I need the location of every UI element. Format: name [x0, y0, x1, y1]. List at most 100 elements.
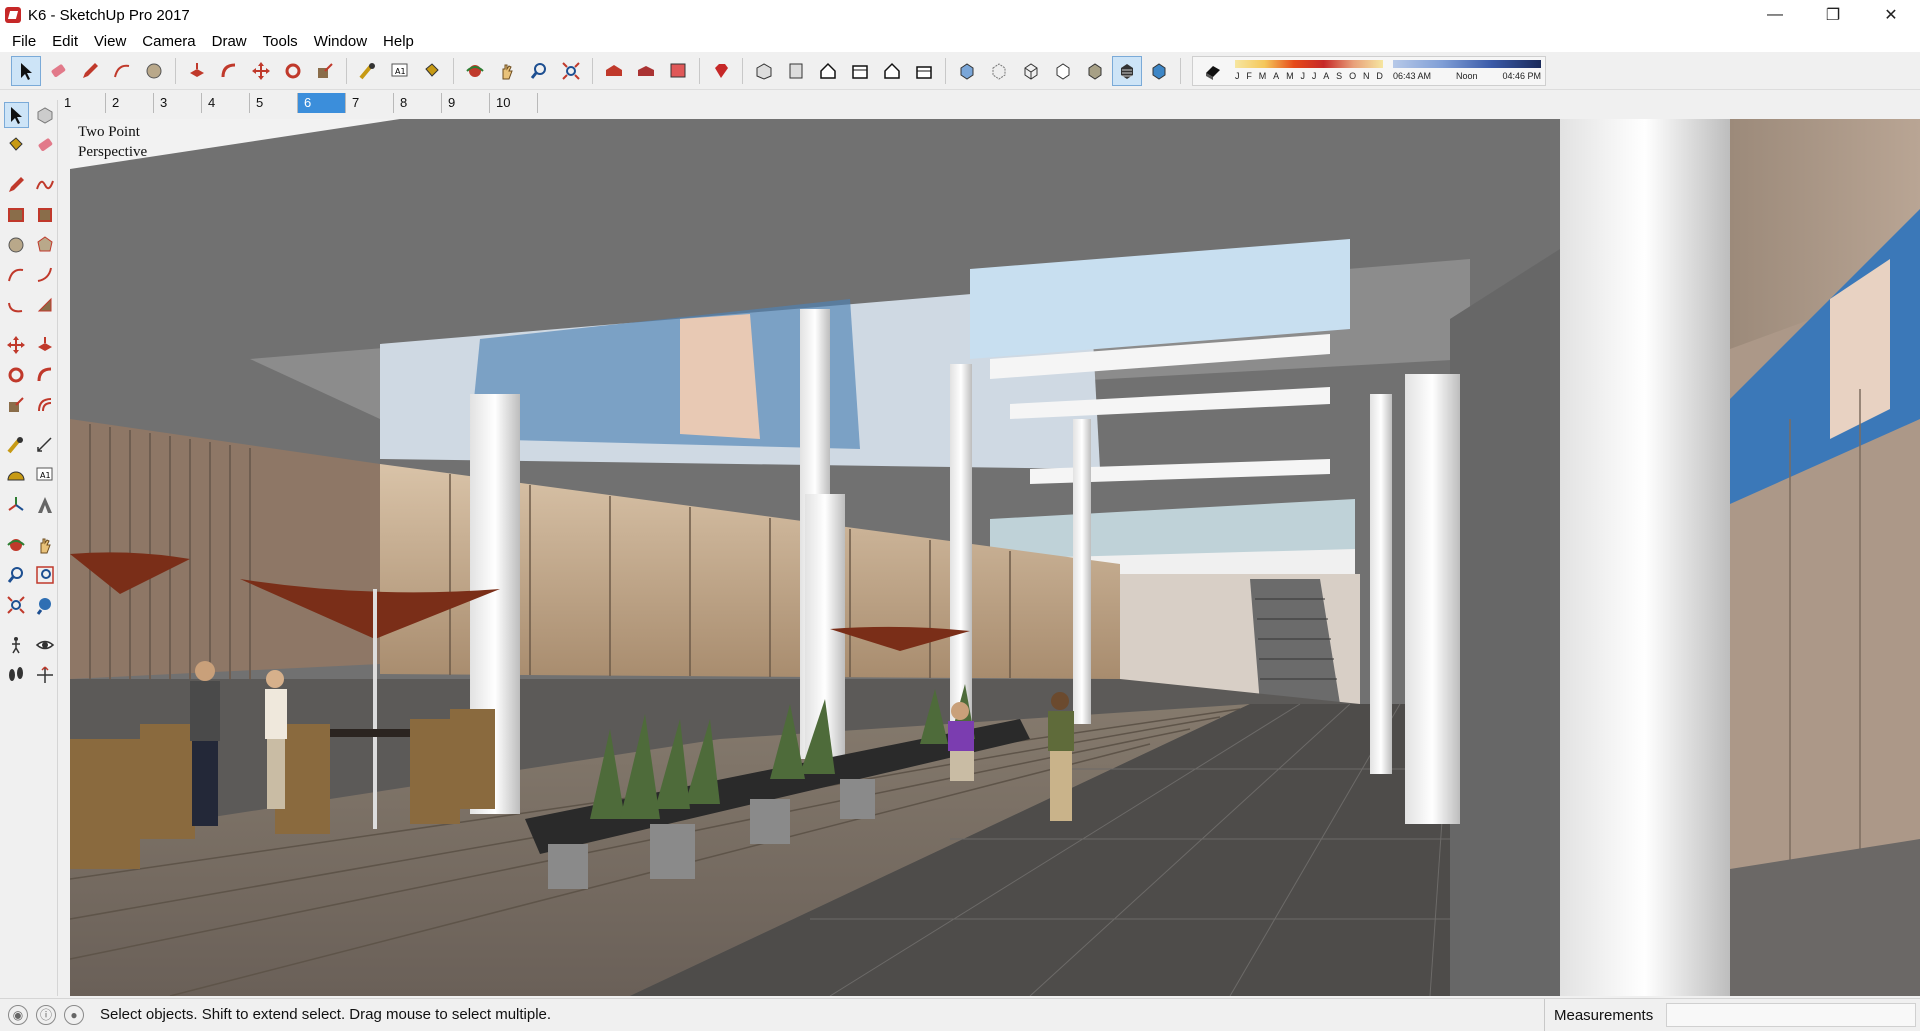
arc-tool-button[interactable] [107, 56, 137, 86]
menu-window[interactable]: Window [306, 33, 375, 50]
shape-tool-button[interactable] [139, 56, 169, 86]
scene-tab-1[interactable]: 1 [58, 93, 106, 113]
freehand-tool[interactable] [33, 172, 58, 198]
push-pull-button[interactable] [182, 56, 212, 86]
menu-camera[interactable]: Camera [134, 33, 203, 50]
right-view-button[interactable] [845, 56, 875, 86]
tape-measure-button[interactable] [353, 56, 383, 86]
push-pull-tool[interactable] [33, 332, 58, 358]
follow-me-button[interactable] [214, 56, 244, 86]
offset-tool[interactable] [33, 392, 58, 418]
scene-tab-10[interactable]: 10 [490, 93, 538, 113]
shadows-toggle-button[interactable] [1198, 56, 1228, 86]
close-button[interactable]: ✕ [1862, 0, 1920, 30]
zoom-button[interactable] [524, 56, 554, 86]
protractor-tool[interactable] [4, 462, 29, 488]
paint-bucket-tool[interactable] [4, 132, 29, 158]
pan-button[interactable] [492, 56, 522, 86]
pencil-tool-button[interactable] [75, 56, 105, 86]
eraser-tool-button[interactable] [43, 56, 73, 86]
menu-edit[interactable]: Edit [44, 33, 86, 50]
iso-view-button[interactable] [749, 56, 779, 86]
top-view-button[interactable] [781, 56, 811, 86]
3d-text-tool[interactable] [33, 492, 58, 518]
text-tool[interactable]: A1 [33, 462, 58, 488]
scale-button[interactable] [310, 56, 340, 86]
eraser-tool[interactable] [33, 132, 58, 158]
maximize-button[interactable]: ❐ [1804, 0, 1862, 30]
share-model-button[interactable] [631, 56, 661, 86]
dimension-tool[interactable] [33, 432, 58, 458]
left-view-button[interactable] [909, 56, 939, 86]
warehouse-button[interactable] [599, 56, 629, 86]
back-edges-button[interactable] [984, 56, 1014, 86]
scene-tab-2[interactable]: 2 [106, 93, 154, 113]
move-button[interactable] [246, 56, 276, 86]
scene-tab-9[interactable]: 9 [442, 93, 490, 113]
extension-warehouse-button[interactable] [706, 56, 736, 86]
orbit-button[interactable] [460, 56, 490, 86]
menu-file[interactable]: File [4, 33, 44, 50]
section-plane-tool[interactable] [33, 662, 58, 688]
orbit-tool[interactable] [4, 532, 29, 558]
scene-tab-4[interactable]: 4 [202, 93, 250, 113]
look-around-tool[interactable] [33, 632, 58, 658]
zoom-extents-button[interactable] [556, 56, 586, 86]
menu-help[interactable]: Help [375, 33, 422, 50]
rotate-button[interactable] [278, 56, 308, 86]
zoom-tool[interactable] [4, 562, 29, 588]
shaded-button[interactable] [1080, 56, 1110, 86]
move-tool[interactable] [4, 332, 29, 358]
measurements-input[interactable] [1666, 1003, 1916, 1027]
zoom-extents-tool[interactable] [4, 592, 29, 618]
three-point-arc-tool[interactable] [4, 292, 29, 318]
tape-measure-tool[interactable] [4, 432, 29, 458]
arc-tool[interactable] [4, 262, 29, 288]
minimize-button[interactable]: — [1746, 0, 1804, 30]
geolocation-icon[interactable]: ◉ [8, 1004, 28, 1025]
scene-tab-7[interactable]: 7 [346, 93, 394, 113]
model-viewport[interactable]: Two Point Perspective [70, 119, 1920, 996]
scene-tab-5[interactable]: 5 [250, 93, 298, 113]
menu-draw[interactable]: Draw [204, 33, 255, 50]
position-camera-tool[interactable] [4, 632, 29, 658]
menu-view[interactable]: View [86, 33, 134, 50]
wireframe-button[interactable] [1016, 56, 1046, 86]
layout-button[interactable] [663, 56, 693, 86]
rectangle-tool[interactable] [4, 202, 29, 228]
text-button[interactable]: A1 [385, 56, 415, 86]
separator [346, 57, 347, 84]
pan-tool[interactable] [33, 532, 58, 558]
scale-tool[interactable] [4, 392, 29, 418]
time-slider[interactable]: 06:43 AM Noon 04:46 PM [1393, 58, 1541, 84]
monochrome-button[interactable] [1144, 56, 1174, 86]
scene-tab-8[interactable]: 8 [394, 93, 442, 113]
axes-tool[interactable] [4, 492, 29, 518]
circle-tool[interactable] [4, 232, 29, 258]
shaded-textures-button[interactable] [1112, 55, 1142, 86]
polygon-tool[interactable] [33, 232, 58, 258]
menu-tools[interactable]: Tools [255, 33, 306, 50]
select-tool[interactable] [4, 102, 29, 128]
pie-tool[interactable] [33, 292, 58, 318]
make-component-tool[interactable] [33, 102, 57, 128]
select-tool-button[interactable] [11, 55, 41, 86]
rotate-tool[interactable] [4, 362, 29, 388]
paint-bucket-button[interactable] [417, 56, 447, 86]
user-account-icon[interactable]: ● [64, 1004, 84, 1025]
scene-tab-6[interactable]: 6 [298, 93, 346, 113]
hidden-line-button[interactable] [1048, 56, 1078, 86]
scene-tab-3[interactable]: 3 [154, 93, 202, 113]
credits-info-icon[interactable]: ⓘ [36, 1004, 56, 1025]
walk-tool[interactable] [4, 662, 29, 688]
follow-me-tool[interactable] [33, 362, 58, 388]
previous-view-tool[interactable] [33, 592, 58, 618]
zoom-window-tool[interactable] [33, 562, 58, 588]
rotated-rectangle-tool[interactable] [33, 202, 58, 228]
line-tool[interactable] [4, 172, 29, 198]
xray-button[interactable] [952, 56, 982, 86]
two-point-arc-tool[interactable] [33, 262, 58, 288]
front-view-button[interactable] [813, 56, 843, 86]
back-view-button[interactable] [877, 56, 907, 86]
month-slider[interactable]: J F M A M J J A S O N D [1235, 58, 1383, 84]
